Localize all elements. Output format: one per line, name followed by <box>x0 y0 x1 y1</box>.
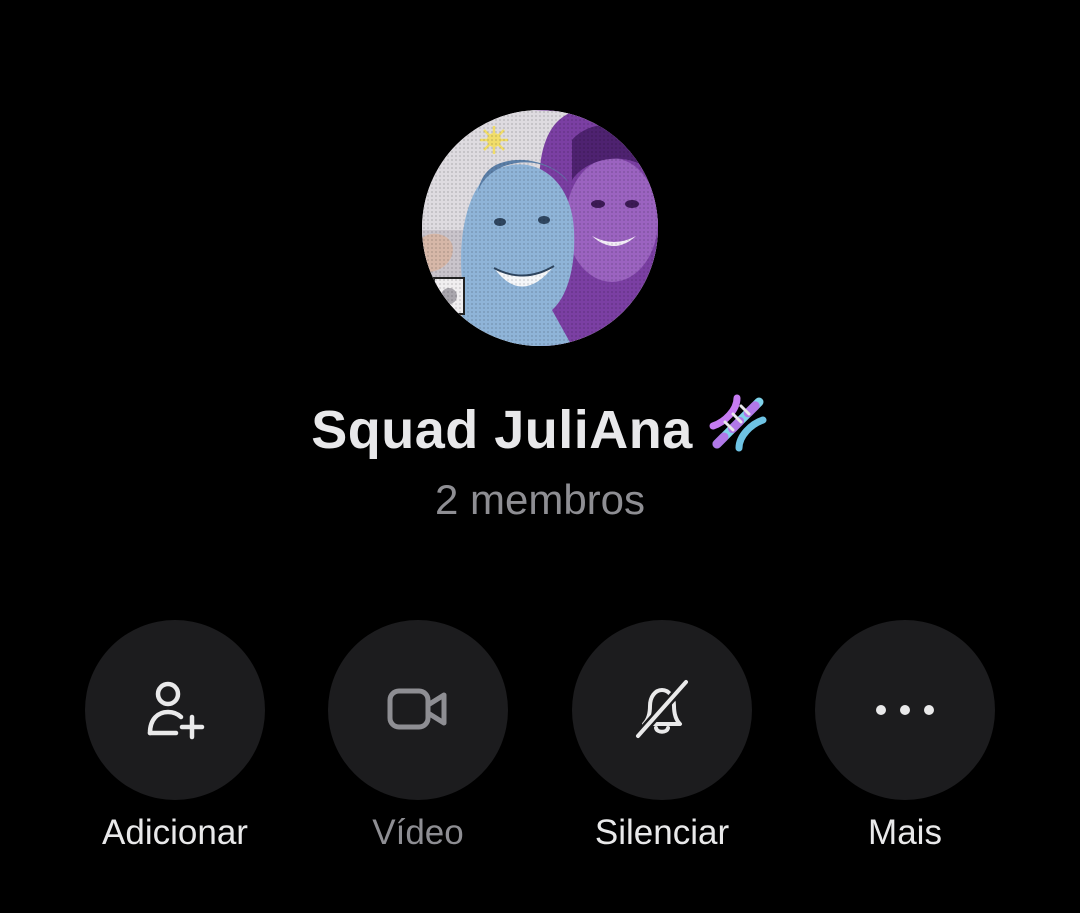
group-photo <box>422 110 658 346</box>
add-member-action[interactable]: Adicionar <box>85 620 265 870</box>
add-person-icon <box>147 681 205 740</box>
video-button[interactable] <box>328 620 508 800</box>
more-dots-icon <box>876 705 934 715</box>
group-title: Squad JuliAna <box>0 392 1080 467</box>
add-member-label: Adicionar <box>102 813 248 852</box>
more-button[interactable] <box>815 620 995 800</box>
video-action[interactable]: Vídeo <box>328 620 508 870</box>
add-member-button[interactable] <box>85 620 265 800</box>
group-avatar[interactable] <box>422 110 658 346</box>
group-name: Squad JuliAna <box>311 400 693 460</box>
mute-label: Silenciar <box>594 813 730 852</box>
members-count: 2 membros <box>434 476 646 523</box>
mute-button[interactable] <box>572 620 752 800</box>
more-action[interactable]: Mais <box>815 620 995 870</box>
more-label: Mais <box>868 813 942 852</box>
video-label: Vídeo <box>372 813 464 852</box>
bell-slash-icon <box>634 679 690 739</box>
mute-action[interactable]: Silenciar <box>572 620 752 870</box>
video-camera-icon <box>387 688 447 730</box>
dna-emoji-icon <box>707 392 769 467</box>
